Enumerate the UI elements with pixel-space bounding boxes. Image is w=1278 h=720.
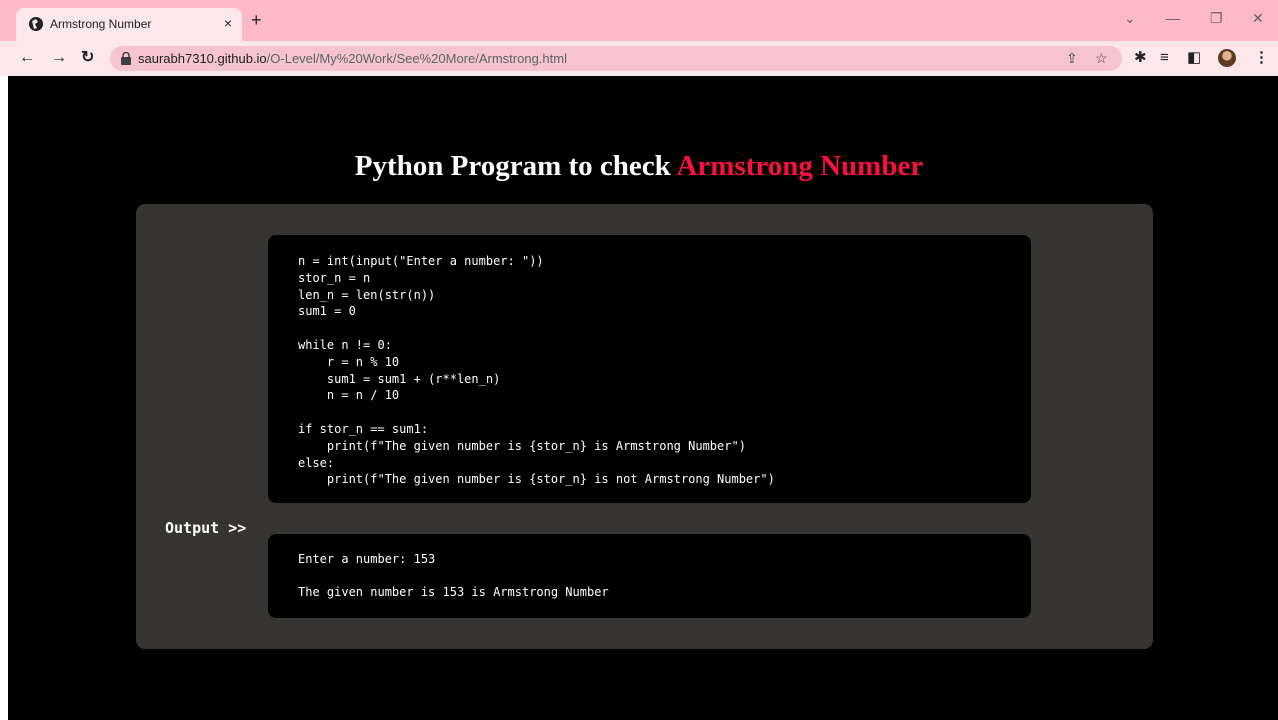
tab-title: Armstrong Number (50, 17, 152, 31)
title-accent: Armstrong Number (676, 150, 924, 182)
avatar[interactable] (1218, 49, 1236, 67)
url-path: /O-Level/My%20Work/See%20More/Armstrong.… (266, 51, 567, 66)
extensions-icon[interactable]: ✱ (1134, 49, 1147, 67)
url-host: saurabh7310.github.io (138, 51, 267, 66)
menu-icon[interactable]: ⋮ (1254, 49, 1269, 67)
side-panel-icon[interactable]: ◧ (1187, 49, 1201, 67)
browser-toolbar: ← → ↻ saurabh7310.github.io/O-Level/My%2… (0, 41, 1278, 76)
url-text: saurabh7310.github.io/O-Level/My%20Work/… (138, 51, 567, 66)
page-title: Python Program to check Armstrong Number (0, 150, 1278, 183)
tab-search-icon[interactable]: ⌄ (1124, 10, 1136, 26)
output-label: Output >> (165, 519, 247, 537)
title-main: Python Program to check (354, 150, 677, 182)
forward-icon[interactable]: → (51, 49, 67, 67)
output-line: The given number is 153 is Armstrong Num… (298, 585, 609, 599)
share-icon[interactable]: ⇪ (1066, 50, 1078, 67)
lock-icon (121, 52, 131, 65)
code-text: n = int(input("Enter a number: ")) stor_… (298, 254, 775, 487)
tab-strip: Armstrong Number × + ⌄ — ❐ ✕ (0, 0, 1278, 41)
window-edge (0, 0, 8, 720)
output-line: Enter a number: 153 (298, 552, 436, 566)
output-block: Enter a number: 153 The given number is … (268, 534, 1031, 618)
reload-icon[interactable]: ↻ (81, 49, 94, 67)
restore-icon[interactable]: ❐ (1210, 10, 1223, 26)
minimize-icon[interactable]: — (1166, 10, 1180, 26)
tab-close-button[interactable]: × (224, 15, 232, 31)
close-window-icon[interactable]: ✕ (1252, 10, 1264, 26)
code-block: n = int(input("Enter a number: ")) stor_… (268, 235, 1031, 503)
new-tab-button[interactable]: + (251, 11, 262, 29)
back-icon[interactable]: ← (19, 49, 35, 67)
address-bar[interactable]: saurabh7310.github.io/O-Level/My%20Work/… (110, 46, 1122, 71)
browser-tab[interactable]: Armstrong Number × (16, 8, 242, 41)
globe-icon (29, 17, 43, 31)
star-icon[interactable]: ☆ (1095, 50, 1108, 67)
reading-list-icon[interactable]: ≡ (1160, 49, 1169, 67)
